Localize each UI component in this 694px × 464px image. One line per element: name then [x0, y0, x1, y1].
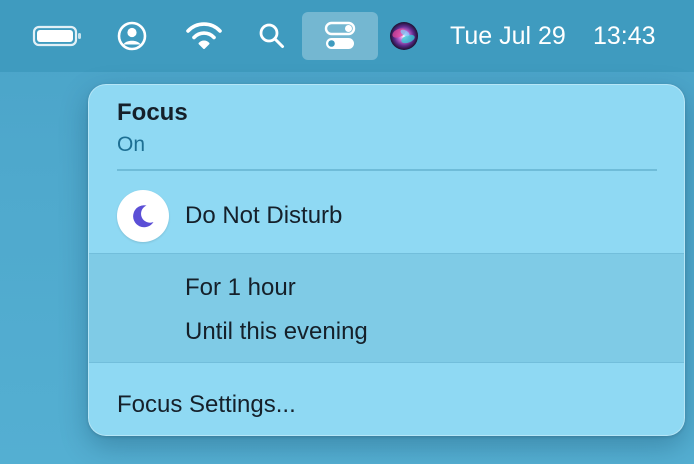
do-not-disturb-label: Do Not Disturb — [185, 202, 343, 229]
focus-title: Focus — [117, 99, 188, 126]
siri-icon[interactable] — [384, 12, 424, 60]
moon-icon — [117, 190, 169, 242]
search-icon[interactable] — [254, 12, 290, 60]
menu-bar: Tue Jul 29 13:43 — [0, 0, 694, 72]
focus-settings-button[interactable]: Focus Settings... — [117, 391, 296, 419]
focus-status: On — [117, 133, 146, 156]
control-center-icon — [324, 21, 356, 49]
divider — [117, 169, 657, 171]
menubar-date[interactable]: Tue Jul 29 — [450, 18, 566, 54]
option-until-this-evening[interactable]: Until this evening — [185, 318, 368, 346]
user-account-icon[interactable] — [112, 12, 152, 60]
do-not-disturb-toggle[interactable]: Do Not Disturb — [105, 183, 665, 249]
menubar-time[interactable]: 13:43 — [593, 18, 656, 54]
battery-icon[interactable] — [28, 12, 86, 60]
option-for-1-hour[interactable]: For 1 hour — [185, 274, 296, 302]
wifi-icon[interactable] — [182, 12, 226, 60]
duration-options: For 1 hour Until this evening — [89, 253, 684, 363]
control-center-button[interactable] — [302, 12, 378, 60]
focus-panel: Focus On Do Not Disturb For 1 hour Until… — [88, 84, 685, 436]
